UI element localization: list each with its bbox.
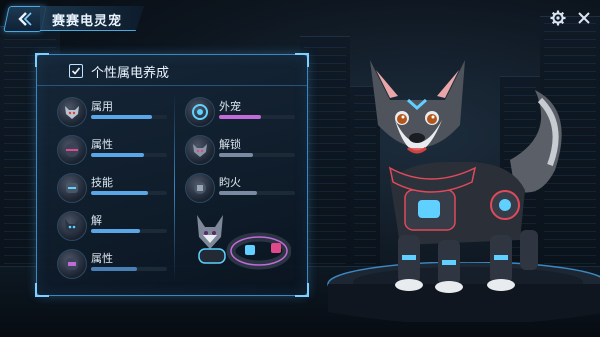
close-icon [578, 12, 590, 24]
trait-item[interactable]: 属性 [57, 247, 177, 283]
armor-chest-icon [57, 249, 87, 279]
panel-checkbox[interactable] [69, 64, 83, 78]
trait-label: 解锁 [219, 138, 241, 151]
panel-header: 个性属电养成 [37, 55, 307, 86]
panel-title: 个性属电养成 [91, 66, 170, 81]
back-arrow-icon [18, 12, 32, 26]
trait-item[interactable]: 盷火 [185, 171, 305, 207]
trait-label: 盷火 [219, 176, 241, 189]
trait-label: 属性 [91, 252, 113, 265]
wolf-collar-icon [197, 215, 292, 270]
wolf-mask-icon [185, 135, 215, 165]
trait-item[interactable]: 属性 [57, 133, 177, 169]
gear-icon [550, 10, 566, 26]
trait-item[interactable]: 解 [57, 209, 177, 245]
cyber-wolf-pet[interactable] [350, 40, 580, 300]
cat-face-icon [57, 211, 87, 241]
close-button[interactable] [574, 8, 594, 28]
trait-progress-bar [91, 229, 167, 233]
trait-label: 技能 [91, 176, 113, 189]
trait-item[interactable]: 技能 [57, 171, 177, 207]
trait-panel: 个性属电养成 属用 属性 技能 解 属性 外宠 解锁 盷火 [35, 53, 309, 297]
trait-progress-bar [219, 153, 295, 157]
app-title: 赛赛电灵宠 [52, 14, 123, 29]
wolf-head-icon [57, 97, 87, 127]
tech-core-icon [185, 97, 215, 127]
trait-progress-bar [91, 153, 167, 157]
settings-button[interactable] [548, 8, 568, 28]
gear-badge-icon [185, 173, 215, 203]
checkmark-icon [71, 67, 81, 75]
trait-item[interactable]: 外宠 [185, 95, 305, 131]
trait-progress-bar [91, 191, 167, 195]
trait-progress-bar [91, 267, 167, 271]
trait-item[interactable]: 属用 [57, 95, 177, 131]
trait-label: 外宠 [219, 100, 241, 113]
trait-label: 属性 [91, 138, 113, 151]
trait-label: 解 [91, 214, 102, 227]
top-bar: 赛赛电灵宠 [0, 0, 600, 34]
trait-progress-bar [219, 115, 295, 119]
collar-preview[interactable] [191, 205, 292, 275]
trait-progress-bar [219, 191, 295, 195]
robot-head-icon [57, 173, 87, 203]
trait-label: 属用 [91, 100, 113, 113]
trait-progress-bar [91, 115, 167, 119]
armor-helmet-icon [57, 135, 87, 165]
trait-item[interactable]: 解锁 [185, 133, 305, 169]
